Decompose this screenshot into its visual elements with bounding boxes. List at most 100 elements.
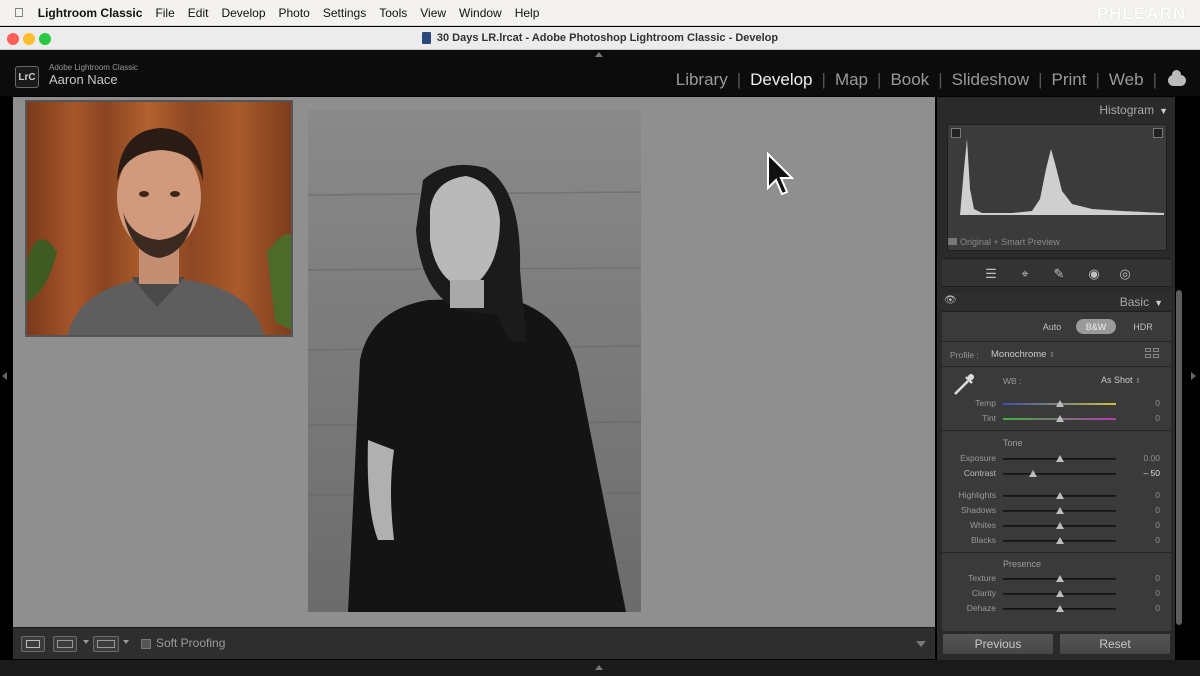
window-title: 30 Days LR.lrcat - Adobe Photoshop Light… — [436, 32, 779, 44]
profile-dropdown[interactable]: Monochrome ⇕ — [991, 349, 1055, 360]
previous-button[interactable]: Previous — [942, 633, 1054, 655]
cloud-sync-icon[interactable] — [1168, 69, 1186, 86]
masking-icon[interactable]: ◎ — [1117, 266, 1133, 282]
blacks-label: Blacks — [970, 535, 996, 545]
temp-label: Temp — [975, 398, 996, 408]
presenter-webcam-overlay — [25, 100, 293, 337]
basic-panel-title: Basic — [1119, 295, 1150, 309]
soft-proofing-checkbox[interactable] — [141, 639, 151, 649]
menu-tools[interactable]: Tools — [379, 6, 407, 20]
module-map[interactable]: Map — [835, 70, 868, 90]
edited-photo[interactable] — [308, 110, 641, 612]
apple-icon[interactable]:  — [14, 5, 24, 20]
histogram-info: Original + Smart Preview — [948, 237, 1060, 247]
shadows-value[interactable]: 0 — [1130, 505, 1160, 515]
module-develop[interactable]: Develop — [750, 70, 812, 90]
module-book[interactable]: Book — [890, 70, 929, 90]
wb-value: As Shot — [1101, 375, 1133, 385]
panel-visibility-eye-icon[interactable]: 👁 — [944, 295, 957, 306]
loupe-view-button[interactable] — [21, 636, 45, 652]
edit-sliders-icon[interactable]: ☰ — [983, 266, 999, 282]
menu-edit[interactable]: Edit — [188, 6, 209, 20]
menu-photo[interactable]: Photo — [279, 6, 310, 20]
blacks-value[interactable]: 0 — [1130, 535, 1160, 545]
menu-settings[interactable]: Settings — [323, 6, 366, 20]
menu-view[interactable]: View — [420, 6, 446, 20]
collapse-right-panel-icon[interactable] — [1191, 372, 1196, 380]
basic-panel-header[interactable]: 👁 Basic ▼ — [942, 293, 1171, 310]
module-slideshow[interactable]: Slideshow — [952, 70, 1030, 90]
module-library[interactable]: Library — [676, 70, 728, 90]
soft-proofing-label: Soft Proofing — [156, 636, 226, 650]
whites-value[interactable]: 0 — [1130, 520, 1160, 530]
histogram-info-text: Original + Smart Preview — [960, 237, 1060, 247]
red-eye-icon[interactable]: ◉ — [1086, 266, 1102, 282]
clarity-slider-thumb[interactable] — [1056, 590, 1064, 597]
menu-help[interactable]: Help — [515, 6, 540, 20]
reset-button[interactable]: Reset — [1059, 633, 1171, 655]
menu-file[interactable]: File — [155, 6, 174, 20]
toolbar-options-icon[interactable] — [916, 641, 926, 647]
highlights-slider-thumb[interactable] — [1056, 492, 1064, 499]
before-after-left-right-button[interactable] — [53, 636, 77, 652]
profile-label: Profile : — [950, 350, 979, 360]
histogram-header[interactable]: Histogram ▼ — [1099, 103, 1168, 117]
module-print[interactable]: Print — [1052, 70, 1087, 90]
contrast-slider-track[interactable] — [1003, 473, 1116, 475]
window-titlebar: 30 Days LR.lrcat - Adobe Photoshop Light… — [0, 27, 1200, 50]
temp-slider-thumb[interactable] — [1056, 400, 1064, 407]
texture-label: Texture — [968, 573, 996, 583]
toolbar-content-dropdown-icon[interactable] — [123, 640, 129, 644]
healing-eraser-icon[interactable]: ✎ — [1051, 266, 1067, 282]
basic-panel: Auto B&W HDR Profile : Monochrome ⇕ WB :… — [942, 311, 1171, 631]
texture-slider-thumb[interactable] — [1056, 575, 1064, 582]
exposure-value[interactable]: 0.00 — [1130, 453, 1160, 463]
expand-left-panel-icon[interactable] — [2, 372, 7, 380]
exposure-slider-thumb[interactable] — [1056, 455, 1064, 462]
close-window-button[interactable] — [7, 33, 19, 45]
collapse-histogram-icon[interactable]: ▼ — [1159, 106, 1168, 116]
phlearn-watermark: PHLEARN — [1096, 4, 1186, 23]
wb-eyedropper-icon[interactable] — [952, 372, 976, 396]
tint-value[interactable]: 0 — [1130, 413, 1160, 423]
blacks-slider-thumb[interactable] — [1056, 537, 1064, 544]
dehaze-value[interactable]: 0 — [1130, 603, 1160, 613]
clarity-value[interactable]: 0 — [1130, 588, 1160, 598]
dehaze-slider-thumb[interactable] — [1056, 605, 1064, 612]
develop-toolbar: Soft Proofing — [13, 627, 935, 659]
module-web[interactable]: Web — [1109, 70, 1144, 90]
menu-develop[interactable]: Develop — [221, 6, 265, 20]
contrast-value[interactable]: – 50 — [1130, 468, 1160, 478]
collapse-top-panel-icon[interactable] — [595, 52, 603, 57]
wb-dropdown[interactable]: As Shot ⇕ — [1101, 375, 1141, 385]
right-panel-scrollbar[interactable] — [1176, 290, 1182, 625]
whites-slider-thumb[interactable] — [1056, 522, 1064, 529]
catalog-file-icon — [421, 32, 431, 44]
menu-app-name[interactable]: Lightroom Classic — [38, 6, 143, 20]
crop-icon[interactable]: ⌖ — [1017, 266, 1033, 282]
histogram-graph — [952, 139, 1164, 215]
temp-value[interactable]: 0 — [1130, 398, 1160, 408]
tint-slider-thumb[interactable] — [1056, 415, 1064, 422]
menu-window[interactable]: Window — [459, 6, 502, 20]
expand-filmstrip-icon[interactable] — [595, 665, 603, 670]
treatment-bw-button[interactable]: B&W — [1076, 319, 1116, 334]
smart-preview-icon — [948, 238, 957, 245]
highlights-value[interactable]: 0 — [1130, 490, 1160, 500]
treatment-auto-button[interactable]: Auto — [1034, 319, 1070, 334]
contrast-label: Contrast — [963, 468, 996, 478]
mouse-cursor-icon — [766, 151, 795, 203]
profile-browser-grid-icon[interactable] — [1145, 348, 1160, 360]
contrast-slider-thumb[interactable] — [1029, 470, 1037, 477]
collapse-basic-icon[interactable]: ▼ — [1154, 298, 1163, 308]
zoom-window-button[interactable] — [39, 33, 51, 45]
minimize-window-button[interactable] — [23, 33, 35, 45]
copy-settings-button[interactable] — [93, 636, 119, 652]
lrc-logo: LrC — [15, 66, 39, 88]
texture-value[interactable]: 0 — [1130, 573, 1160, 583]
histogram-panel[interactable] — [947, 124, 1167, 251]
histogram-title: Histogram — [1099, 103, 1155, 117]
shadows-slider-thumb[interactable] — [1056, 507, 1064, 514]
before-after-dropdown-icon[interactable] — [83, 640, 89, 644]
treatment-hdr-button[interactable]: HDR — [1123, 319, 1163, 334]
